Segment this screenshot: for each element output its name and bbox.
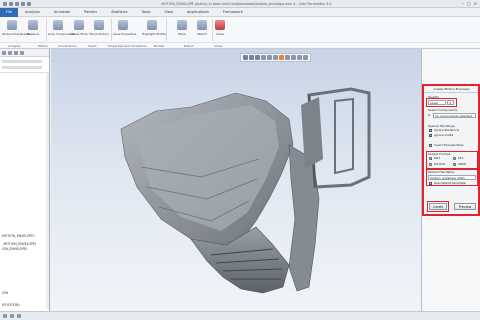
interference-icon	[7, 20, 17, 30]
maximize-icon[interactable]: □	[467, 1, 471, 6]
undo-icon[interactable]	[21, 1, 25, 6]
properties-icon	[118, 20, 128, 30]
close-window-icon[interactable]: ×	[474, 1, 477, 6]
motion-envelope-model[interactable]	[51, 49, 421, 311]
gray-components-button[interactable]: Gray Components	[48, 20, 75, 37]
settings-icon[interactable]	[20, 50, 24, 55]
gray-components-icon	[53, 20, 63, 30]
move-icon	[177, 20, 187, 30]
menu-render[interactable]: Render	[77, 10, 104, 14]
tree-filter[interactable]	[0, 57, 49, 73]
measure-icon	[28, 20, 38, 30]
quick-access-toolbar[interactable]	[0, 1, 31, 6]
menu-analysis[interactable]: Analysis	[18, 10, 47, 14]
status-bar	[0, 311, 480, 320]
menu-annotate[interactable]: Annotate	[47, 10, 77, 14]
menu-file[interactable]: File	[0, 7, 19, 17]
close-button[interactable]: Close	[210, 20, 230, 37]
open-icon[interactable]	[9, 1, 13, 6]
sketch-button[interactable]: Sketch	[192, 20, 212, 37]
ribbon: Global Interference Measure Gray Compone…	[0, 17, 480, 49]
tree-item[interactable]: MOTION_ENVELOPE)	[2, 234, 35, 238]
graphics-viewport[interactable]	[51, 49, 421, 311]
minimize-icon[interactable]: –	[462, 1, 464, 6]
dialog-highlight	[422, 84, 480, 216]
tree-icon[interactable]	[2, 50, 6, 55]
menu-applications[interactable]: Applications	[180, 10, 216, 14]
ribbon-separator	[46, 19, 47, 41]
sketch-icon	[197, 20, 207, 30]
measure-button[interactable]: Measure	[23, 20, 43, 37]
global-interference-button[interactable]: Global Interference	[2, 20, 31, 37]
move-motion-button[interactable]: Move Motion	[89, 20, 109, 37]
highlight-profile-button[interactable]: Highlight Profile	[142, 20, 166, 37]
ghost-icon	[74, 20, 84, 30]
ribbon-separator	[166, 19, 167, 41]
move-button[interactable]: Move	[172, 20, 192, 37]
fullscreen-icon[interactable]	[17, 314, 21, 318]
model-tree-panel: MOTION_ENVELOPE) _MOTION_ENVELOPE) ION_E…	[0, 49, 50, 311]
tree-item[interactable]: ION	[2, 291, 8, 295]
menu-statistics[interactable]: Statistics	[104, 10, 134, 14]
menu-bar: File Analysis Annotate Render Statistics…	[0, 7, 480, 17]
ribbon-group-labels: Analysis Motion Connections Insert Prope…	[0, 42, 480, 48]
window-title: MOTION_ENVELOPE (Active) in base.hm\Creo…	[161, 1, 332, 6]
title-bar: MOTION_ENVELOPE (Active) in base.hm\Creo…	[0, 0, 480, 8]
ghost-tools-button[interactable]: Ghost Tools	[69, 20, 89, 37]
browser-toggle-icon[interactable]	[10, 314, 14, 318]
close-icon	[215, 20, 225, 30]
tree-toolbar	[0, 49, 49, 57]
menu-framework[interactable]: Framework	[216, 10, 250, 14]
tree-scrollbar[interactable]	[46, 73, 49, 309]
save-icon[interactable]	[15, 1, 19, 6]
ribbon-separator	[111, 19, 112, 41]
star-icon[interactable]	[14, 50, 18, 55]
tree-item[interactable]: ION_ENVELOPE)	[2, 247, 27, 251]
save-properties-button[interactable]: Save Properties	[113, 20, 136, 37]
menu-tools[interactable]: Tools	[135, 10, 158, 14]
highlight-icon	[147, 20, 157, 30]
tree-item[interactable]: (POSITION)	[2, 303, 20, 307]
motion-icon	[94, 20, 104, 30]
folder-icon[interactable]	[8, 50, 12, 55]
new-icon[interactable]	[3, 1, 7, 6]
model-tree: MOTION_ENVELOPE) _MOTION_ENVELOPE) ION_E…	[0, 73, 48, 309]
tree-item[interactable]: _MOTION_ENVELOPE)	[2, 242, 36, 246]
navigator-toggle-icon[interactable]	[3, 314, 7, 318]
menu-view[interactable]: View	[157, 10, 180, 14]
